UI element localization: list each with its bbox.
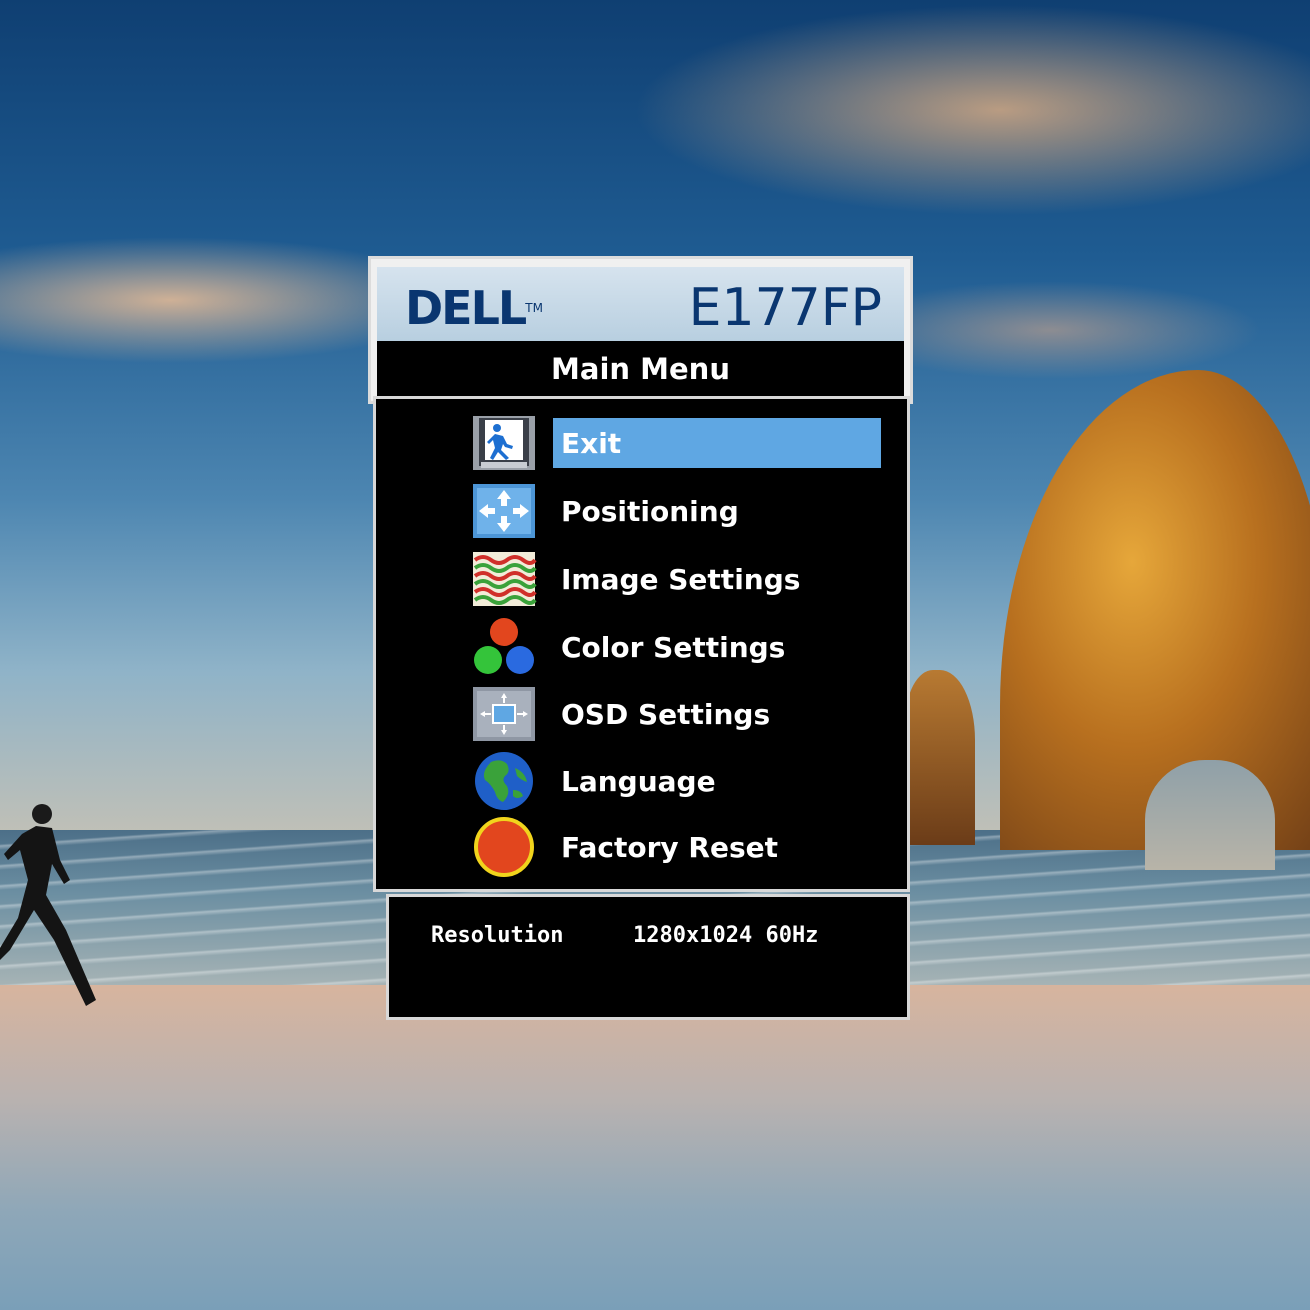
- menu-title: Main Menu: [551, 352, 730, 386]
- menu-item-label: Language: [561, 764, 716, 798]
- exit-icon: [471, 414, 537, 472]
- trademark-mark: TM: [525, 301, 543, 315]
- wallpaper-beach: [0, 985, 1310, 1310]
- osd-menu-body: Exit Positioning Image Settings Color Se…: [373, 396, 910, 892]
- menu-item-label: Exit: [553, 418, 881, 468]
- dell-logo: DELLTM: [405, 285, 543, 331]
- menu-item-language[interactable]: Language: [471, 751, 881, 811]
- osd-settings-icon: [471, 685, 537, 743]
- menu-item-positioning[interactable]: Positioning: [471, 481, 881, 541]
- osd-header: DELLTM E177FP Main Menu: [368, 256, 913, 404]
- globe-icon: [471, 752, 537, 810]
- menu-item-osd-settings[interactable]: OSD Settings: [471, 684, 881, 744]
- menu-item-label: Color Settings: [561, 630, 786, 664]
- osd-main-menu-window: DELLTM E177FP Main Menu Exit Positioning…: [368, 256, 913, 1021]
- resolution-value: 1280x1024 60Hz: [633, 923, 819, 948]
- osd-status-footer: Resolution 1280x1024 60Hz: [386, 894, 910, 1020]
- resolution-label: Resolution: [431, 923, 564, 948]
- brand-bar: DELLTM E177FP: [377, 267, 904, 341]
- menu-item-factory-reset[interactable]: Factory Reset: [471, 817, 881, 877]
- monitor-model: E177FP: [688, 278, 882, 338]
- menu-item-label: Image Settings: [561, 562, 801, 596]
- color-settings-icon: [471, 618, 537, 676]
- image-settings-icon: [471, 550, 537, 608]
- menu-item-exit[interactable]: Exit: [471, 413, 881, 473]
- menu-title-bar: Main Menu: [377, 341, 904, 397]
- menu-item-label: OSD Settings: [561, 697, 771, 731]
- menu-item-label: Factory Reset: [561, 830, 778, 864]
- positioning-icon: [471, 482, 537, 540]
- factory-reset-icon: [471, 817, 537, 877]
- wallpaper-small-rock: [905, 670, 975, 845]
- wallpaper-runner: [0, 804, 96, 1006]
- dell-logo-text: DELL: [405, 281, 527, 335]
- menu-item-label: Positioning: [561, 494, 739, 528]
- menu-item-color-settings[interactable]: Color Settings: [471, 617, 881, 677]
- wallpaper-arch-opening: [1145, 760, 1275, 870]
- menu-item-image-settings[interactable]: Image Settings: [471, 549, 881, 609]
